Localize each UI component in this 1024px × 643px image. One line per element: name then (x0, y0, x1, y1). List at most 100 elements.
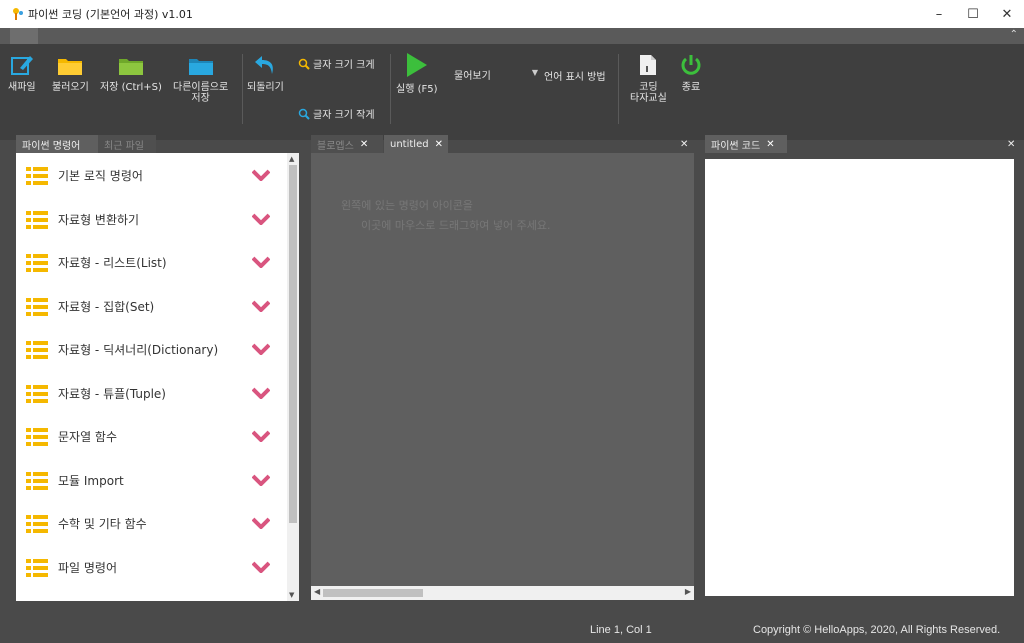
command-category-label: 자료형 - 리스트(List) (58, 256, 167, 270)
list-icon (26, 341, 48, 359)
copyright-text: Copyright © HelloApps, 2020, All Rights … (753, 624, 1001, 636)
save-label: 저장 (Ctrl+S) (100, 82, 162, 93)
chevron-down-icon: ▼ (531, 68, 538, 77)
ribbon-collapse-icon[interactable]: ⌃ (1010, 29, 1018, 40)
editor-close-icon[interactable]: ✕ (680, 139, 688, 150)
command-list-scrollbar[interactable]: ▲ ▼ (287, 153, 299, 601)
tab-untitled-label: untitled (390, 138, 429, 150)
command-category-label: 자료형 - 튜플(Tuple) (58, 386, 166, 401)
run-button[interactable]: 실행 (F5) (396, 50, 438, 95)
command-category[interactable]: 자료형 - 리스트(List) (16, 240, 287, 284)
scroll-right-icon[interactable]: ▶ (685, 587, 691, 596)
window-controls: – ☐ ✕ (922, 0, 1024, 28)
command-category[interactable]: 기본 로직 명령어 (16, 153, 287, 197)
zoom-in-icon (298, 58, 310, 70)
save-button[interactable]: 저장 (Ctrl+S) (100, 50, 162, 93)
font-bigger-button[interactable]: 글자 크기 크게 (298, 56, 375, 71)
new-file-icon (10, 56, 33, 75)
new-file-button[interactable]: 새파일 (8, 50, 36, 93)
exit-button[interactable]: 종료 (680, 50, 702, 93)
tab-blocks[interactable]: 블로엡스 ✕ (311, 135, 383, 153)
scrollbar-thumb[interactable] (289, 165, 297, 523)
document-icon (640, 55, 657, 75)
command-category[interactable]: 자료형 - 집합(Set) (16, 284, 287, 328)
view-mode-value: 물어보기 (454, 70, 491, 82)
ribbon-toolbar: 새파일 불러오기 저장 (Ctrl+S) 다른이름으로 저장 되돌리기 글자 크… (0, 44, 1024, 140)
list-icon (26, 254, 48, 272)
python-code-area[interactable] (705, 159, 1014, 596)
command-category-label: 자료형 - 집합(Set) (58, 299, 155, 314)
power-icon (681, 55, 701, 75)
tab-python-commands[interactable]: 파이썬 명령어 (16, 135, 98, 153)
typing-class-label-2: 타자교실 (630, 93, 667, 104)
chevron-down-icon[interactable] (252, 343, 270, 355)
undo-button[interactable]: 되돌리기 (247, 50, 284, 93)
command-category-label: 파일 명령어 (58, 560, 118, 575)
command-category-label: 자료형 변환하기 (58, 212, 140, 227)
open-button[interactable]: 불러오기 (52, 50, 89, 93)
minimize-button[interactable]: – (922, 0, 956, 28)
play-icon (406, 53, 427, 77)
tab-recent-files-label: 최근 파일 (104, 140, 144, 152)
list-icon (26, 428, 48, 446)
chevron-down-icon[interactable] (252, 430, 270, 442)
close-icon[interactable]: ✕ (435, 139, 443, 150)
ribbon-separator (390, 54, 391, 124)
close-icon[interactable]: ✕ (766, 139, 774, 150)
chevron-down-icon[interactable] (252, 561, 270, 573)
tab-blocks-label: 블로엡스 (317, 140, 354, 152)
save-as-button[interactable]: 다른이름으로 저장 (173, 50, 228, 104)
chevron-down-icon[interactable] (252, 517, 270, 529)
ribbon-tab[interactable] (10, 28, 38, 44)
tab-python-code[interactable]: 파이썬 코드 ✕ (705, 135, 787, 153)
command-category-label: 문자열 함수 (58, 430, 118, 444)
folder-save-as-icon (188, 59, 213, 75)
tab-recent-files[interactable]: 최근 파일 (98, 135, 156, 153)
font-smaller-button[interactable]: 글자 크기 작게 (298, 106, 375, 121)
font-bigger-label: 글자 크기 크게 (313, 60, 375, 71)
command-category-label: 모듈 Import (58, 473, 124, 488)
save-as-label-2: 저장 (191, 93, 210, 104)
tab-python-commands-label: 파이썬 명령어 (22, 140, 81, 152)
close-icon[interactable]: ✕ (360, 139, 368, 150)
command-category[interactable]: 모듈 Import (16, 458, 287, 502)
block-editor[interactable]: 왼쪽에 있는 명령어 아이콘을 이곳에 마우스로 드래그하여 넣어 주세요. (311, 153, 694, 586)
folder-open-icon (58, 59, 83, 75)
tab-python-code-label: 파이썬 코드 (711, 140, 761, 152)
list-icon (26, 167, 48, 185)
view-mode-select[interactable]: 물어보기 ▼ (450, 66, 540, 82)
command-category[interactable]: 파일 명령어 (16, 545, 287, 589)
zoom-out-icon (298, 108, 310, 120)
command-category[interactable]: 자료형 - 튜플(Tuple) (16, 371, 287, 415)
view-mode-label: 언어 표시 방법 (544, 72, 606, 83)
code-panel-close-icon[interactable]: ✕ (1007, 139, 1015, 150)
scroll-left-icon[interactable]: ◀ (314, 587, 320, 596)
editor-hscrollbar[interactable]: ◀ ▶ (311, 586, 694, 600)
hscrollbar-thumb[interactable] (323, 589, 423, 597)
chevron-down-icon[interactable] (252, 300, 270, 312)
close-window-button[interactable]: ✕ (990, 0, 1024, 28)
command-category[interactable]: 문자열 함수 (16, 414, 287, 458)
ribbon-separator (242, 54, 243, 124)
list-icon (26, 471, 48, 490)
list-icon (26, 384, 48, 403)
chevron-down-icon[interactable] (252, 474, 270, 486)
command-category[interactable]: 자료형 - 딕셔너리(Dictionary) (16, 327, 287, 371)
ribbon-separator (618, 54, 619, 124)
chevron-down-icon[interactable] (252, 213, 270, 225)
command-category[interactable]: 자료형 변환하기 (16, 197, 287, 241)
scroll-down-icon[interactable]: ▼ (289, 591, 294, 599)
scroll-up-icon[interactable]: ▲ (289, 155, 294, 163)
chevron-down-icon[interactable] (252, 387, 270, 399)
command-category[interactable]: 수학 및 기타 함수 (16, 501, 287, 545)
typing-class-button[interactable]: 코딩 타자교실 (630, 50, 667, 104)
exit-label: 종료 (681, 82, 701, 93)
list-icon (26, 297, 48, 316)
ribbon-tabstrip: ⌃ (0, 28, 1024, 44)
tab-untitled[interactable]: untitled ✕ (384, 135, 448, 153)
maximize-button[interactable]: ☐ (956, 0, 990, 28)
chevron-down-icon[interactable] (252, 169, 270, 181)
chevron-down-icon[interactable] (252, 256, 270, 268)
list-icon (26, 558, 48, 577)
editor-hint-1: 왼쪽에 있는 명령어 아이콘을 (341, 199, 473, 212)
